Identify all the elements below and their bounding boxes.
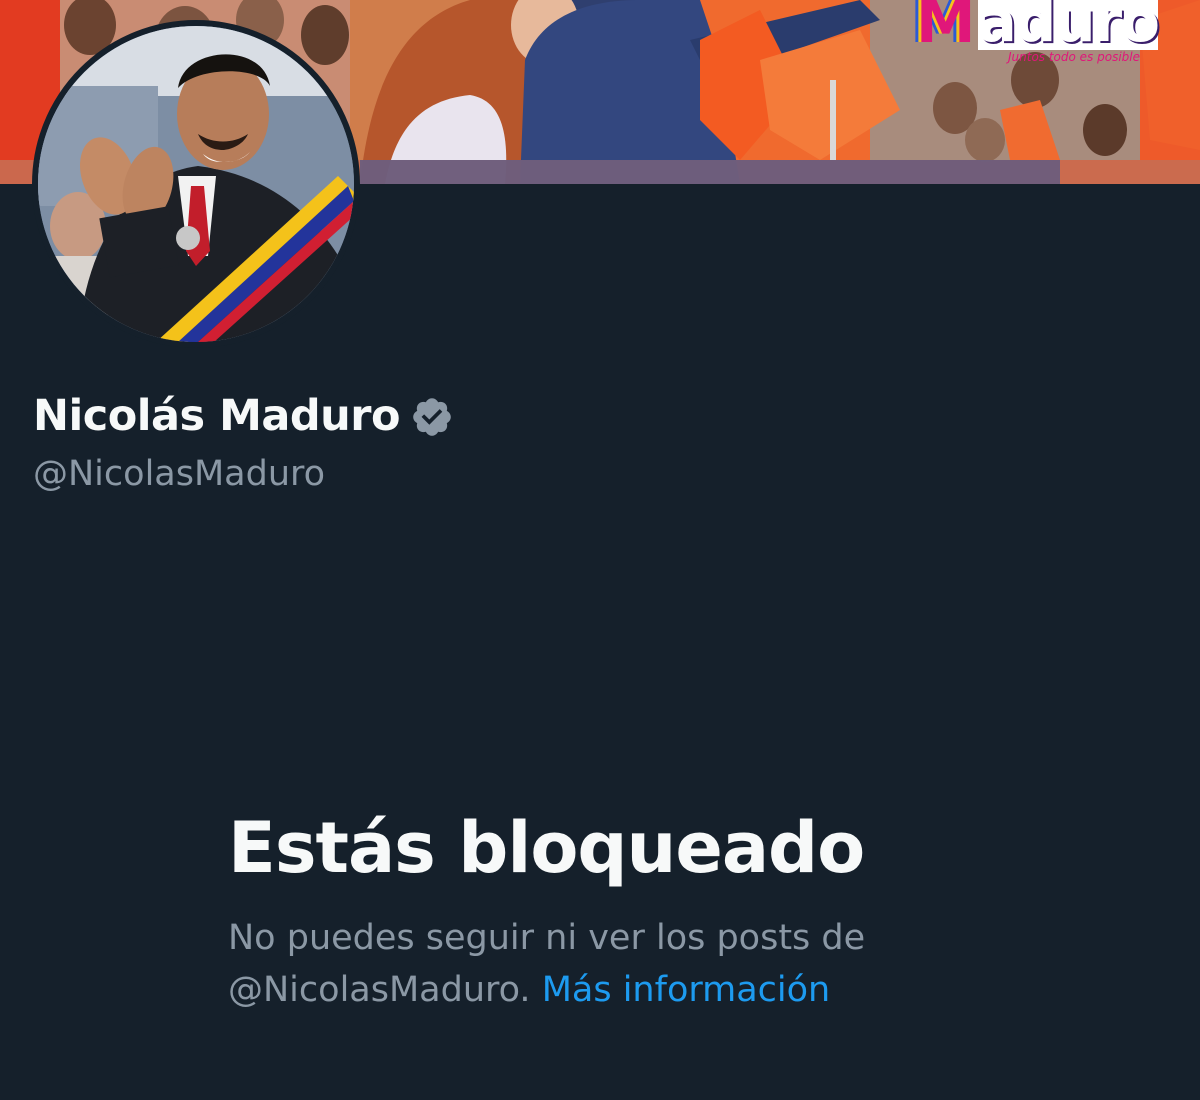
- profile-avatar[interactable]: [32, 20, 360, 348]
- blocked-title: Estás bloqueado: [228, 807, 865, 889]
- banner-tagline: Juntos todo es posible: [1007, 50, 1140, 64]
- learn-more-link[interactable]: Más información: [542, 970, 831, 1010]
- banner-logo-letter: M: [915, 0, 976, 57]
- blocked-notice: Estás bloqueado No puedes seguir ni ver …: [228, 806, 988, 1016]
- display-name-row: Nicolás Maduro: [33, 388, 454, 444]
- banner-logo-text: aduro: [977, 0, 1160, 50]
- profile-page: Maduro Juntos todo es posible Nicolás Ma…: [0, 0, 1200, 1100]
- profile-handle: @NicolasMaduro: [33, 454, 326, 494]
- avatar-photo: [38, 26, 354, 342]
- blocked-description: No puedes seguir ni ver los posts de @Ni…: [228, 912, 928, 1016]
- verified-badge-icon[interactable]: [410, 395, 454, 439]
- display-name: Nicolás Maduro: [33, 391, 401, 441]
